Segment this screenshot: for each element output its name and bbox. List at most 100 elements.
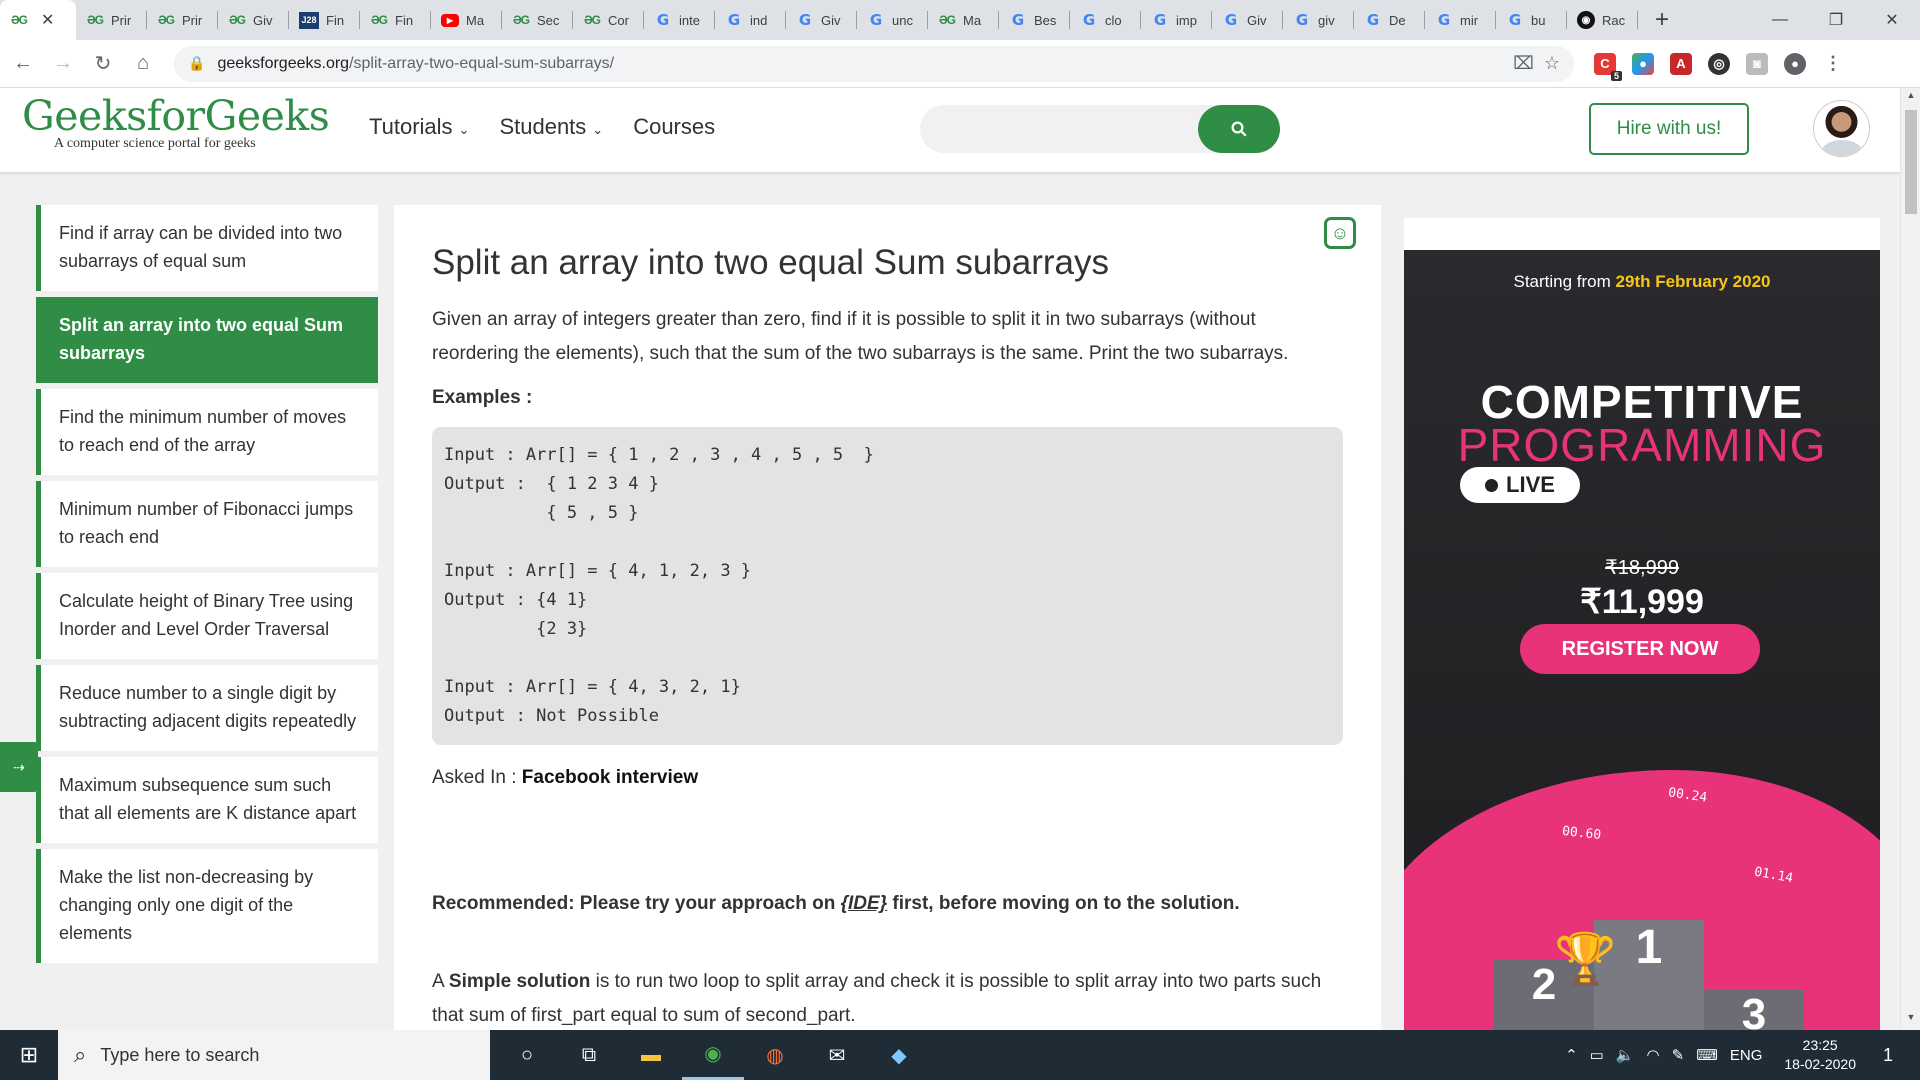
browser-tab[interactable]: G Giv bbox=[1212, 0, 1283, 40]
browser-tab[interactable]: ▶ Ma bbox=[431, 0, 502, 40]
register-now-button[interactable]: REGISTER NOW bbox=[1520, 624, 1760, 674]
browser-tab[interactable]: Ginte bbox=[644, 0, 715, 40]
chrome-icon[interactable]: ◉ bbox=[682, 1030, 744, 1080]
file-explorer-icon[interactable]: ▬ bbox=[620, 1030, 682, 1080]
browser-toolbar: ← → ↻ ⌂ 🔒 geeksforgeeks.org/split-array-… bbox=[0, 40, 1920, 88]
taskbar-search-input[interactable]: ⌕ Type here to search bbox=[58, 1030, 490, 1080]
extension-camera-icon[interactable]: ◙ bbox=[1746, 52, 1768, 75]
close-tab-icon[interactable]: ✕ bbox=[41, 10, 54, 30]
browser-tab[interactable]: ƏG ✕ bbox=[0, 0, 76, 40]
tab-label: Giv bbox=[821, 12, 841, 28]
browser-tab[interactable]: ƏG Sec bbox=[502, 0, 573, 40]
sidebar-item[interactable]: Find if array can be divided into two su… bbox=[36, 205, 378, 291]
extension-sync-icon[interactable]: ◎ bbox=[1708, 52, 1730, 75]
browser-tab[interactable]: ƏG Cor bbox=[573, 0, 644, 40]
browser-tab[interactable]: Gmir bbox=[1425, 0, 1496, 40]
extension-red-icon[interactable]: C5 bbox=[1594, 52, 1622, 81]
nav-students[interactable]: Students ⌄ bbox=[499, 114, 603, 140]
wifi-icon[interactable]: ◠ bbox=[1647, 1046, 1660, 1064]
browser-tab[interactable]: Gclo bbox=[1070, 0, 1141, 40]
menu-icon[interactable]: ⋮ bbox=[1822, 53, 1844, 75]
browser-tab[interactable]: Gind bbox=[715, 0, 786, 40]
browser-tab[interactable]: ƏG Giv bbox=[218, 0, 289, 40]
volume-icon[interactable]: 🔈 bbox=[1616, 1046, 1635, 1064]
windows-taskbar: ⊞ ⌕ Type here to search ○ ⧉ ▬ ◉ ◍ ✉ ◆ ⌃ … bbox=[0, 1030, 1920, 1080]
back-icon[interactable]: ← bbox=[6, 47, 40, 81]
forward-icon[interactable]: → bbox=[46, 47, 80, 81]
main-nav: Tutorials ⌄ Students ⌄ Courses bbox=[369, 114, 715, 140]
google-favicon-icon: G bbox=[727, 11, 741, 29]
google-favicon-icon: G bbox=[656, 11, 670, 29]
vs-code-icon[interactable]: ◆ bbox=[868, 1030, 930, 1080]
course-advertisement[interactable]: Starting from 29th February 2020 COMPETI… bbox=[1404, 250, 1880, 1030]
youtube-favicon-icon: ▶ bbox=[441, 13, 459, 27]
extension-color-icon[interactable]: ● bbox=[1632, 52, 1654, 75]
tab-label: Fin bbox=[326, 12, 345, 28]
battery-icon[interactable]: ▭ bbox=[1590, 1046, 1604, 1064]
browser-tab[interactable]: G De bbox=[1354, 0, 1425, 40]
site-logo[interactable]: GeeksforGeeks A computer science portal … bbox=[22, 92, 330, 152]
browser-tab[interactable]: G Giv bbox=[786, 0, 857, 40]
asked-in-value[interactable]: Facebook interview bbox=[522, 767, 698, 788]
avatar[interactable] bbox=[1813, 100, 1870, 157]
sidebar-item[interactable]: Calculate height of Binary Tree using In… bbox=[36, 573, 378, 659]
notification-count: 1 bbox=[1882, 1044, 1893, 1065]
taskbar-search-placeholder: Type here to search bbox=[100, 1044, 260, 1065]
bookmark-star-icon[interactable]: ☆ bbox=[1544, 53, 1560, 74]
sidebar-item[interactable]: Minimum number of Fibonacci jumps to rea… bbox=[36, 481, 378, 567]
gfg-favicon-icon: ƏG bbox=[86, 13, 104, 27]
windows-start-icon[interactable]: ⊞ bbox=[0, 1030, 58, 1080]
user-bookmark-icon[interactable]: ☺ bbox=[1324, 217, 1356, 249]
firefox-icon[interactable]: ◍ bbox=[744, 1030, 806, 1080]
page-scrollbar[interactable]: ▲ ▼ bbox=[1900, 88, 1920, 1030]
minimize-icon[interactable]: — bbox=[1752, 0, 1808, 40]
profile-icon[interactable]: ● bbox=[1784, 52, 1806, 75]
browser-tab[interactable]: G Bes bbox=[999, 0, 1070, 40]
task-view-icon[interactable]: ⧉ bbox=[558, 1030, 620, 1080]
sidebar-item[interactable]: Split an array into two equal Sum subarr… bbox=[36, 297, 378, 383]
browser-tab[interactable]: Gbu bbox=[1496, 0, 1567, 40]
restore-icon[interactable]: ❐ bbox=[1808, 0, 1864, 40]
sidebar-item[interactable]: Make the list non-decreasing by changing… bbox=[36, 849, 378, 963]
ide-link[interactable]: {IDE} bbox=[841, 893, 887, 914]
tab-label: mir bbox=[1460, 12, 1479, 28]
taskbar-clock[interactable]: 23:25 18-02-2020 bbox=[1784, 1036, 1856, 1074]
sidebar-item[interactable]: Find the minimum number of moves to reac… bbox=[36, 389, 378, 475]
new-tab-button[interactable]: + bbox=[1644, 0, 1680, 40]
sidebar-item[interactable]: Maximum subsequence sum such that all el… bbox=[36, 757, 378, 843]
browser-tab[interactable]: ƏG Fin bbox=[360, 0, 431, 40]
keyboard-icon[interactable]: ⌨ bbox=[1696, 1046, 1718, 1064]
reload-icon[interactable]: ↻ bbox=[86, 47, 120, 81]
browser-tab[interactable]: J28 Fin bbox=[289, 0, 360, 40]
browser-tab[interactable]: ƏG Ma bbox=[928, 0, 999, 40]
address-bar[interactable]: 🔒 geeksforgeeks.org/split-array-two-equa… bbox=[174, 45, 1574, 82]
cortana-icon[interactable]: ○ bbox=[496, 1030, 558, 1080]
scroll-up-icon[interactable]: ▲ bbox=[1901, 90, 1920, 106]
language-indicator[interactable]: ENG bbox=[1730, 1047, 1763, 1064]
nav-courses[interactable]: Courses bbox=[633, 114, 715, 140]
scrollbar-thumb[interactable] bbox=[1905, 110, 1917, 214]
browser-tab[interactable]: Ggiv bbox=[1283, 0, 1354, 40]
nav-tutorials[interactable]: Tutorials ⌄ bbox=[369, 114, 469, 140]
close-window-icon[interactable]: ✕ bbox=[1864, 0, 1920, 40]
browser-tab[interactable]: ƏG Prir bbox=[147, 0, 218, 40]
extension-pdf-icon[interactable]: A bbox=[1670, 52, 1692, 75]
sidebar-toggle-arrow-icon[interactable]: ⇢ bbox=[0, 742, 38, 792]
sidebar-item[interactable]: Reduce number to a single digit by subtr… bbox=[36, 665, 378, 751]
search-button[interactable] bbox=[1198, 105, 1280, 153]
browser-tab[interactable]: ƏG Prir bbox=[76, 0, 147, 40]
mail-icon[interactable]: ✉ bbox=[806, 1030, 868, 1080]
notifications-icon[interactable]: 1 bbox=[1868, 1035, 1908, 1075]
lock-icon[interactable]: 🔒 bbox=[188, 55, 205, 72]
recommendation: Recommended: Please try your approach on… bbox=[432, 887, 1343, 921]
browser-tab[interactable]: Gunc bbox=[857, 0, 928, 40]
home-icon[interactable]: ⌂ bbox=[126, 47, 160, 81]
hire-with-us-button[interactable]: Hire with us! bbox=[1589, 103, 1749, 155]
scroll-down-icon[interactable]: ▼ bbox=[1901, 1012, 1920, 1028]
pen-icon[interactable]: ✎ bbox=[1672, 1046, 1685, 1064]
browser-tab[interactable]: Gimp bbox=[1141, 0, 1212, 40]
search-input[interactable] bbox=[920, 105, 1280, 153]
translate-icon[interactable]: ⌧ bbox=[1513, 53, 1534, 74]
browser-tab[interactable]: ◉ Rac bbox=[1567, 0, 1638, 40]
chevron-up-icon[interactable]: ⌃ bbox=[1565, 1046, 1578, 1064]
